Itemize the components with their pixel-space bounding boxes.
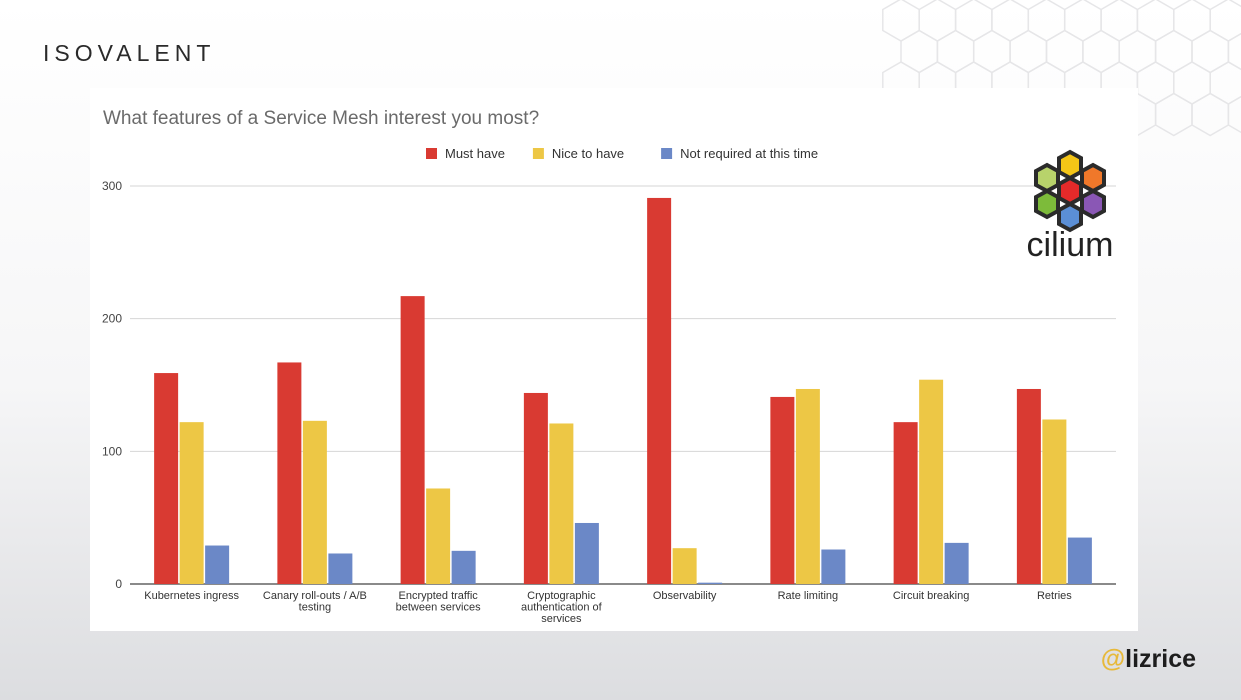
x-tick-label: Cryptographic authentication of services bbox=[521, 590, 603, 625]
decor-hexagon bbox=[900, 29, 939, 74]
x-tick-label-line: between services bbox=[396, 602, 481, 614]
x-tick-label-line: services bbox=[541, 613, 582, 625]
bar bbox=[179, 422, 204, 584]
chart-panel: What features of a Service Mesh interest… bbox=[90, 88, 1138, 631]
decor-hexagon bbox=[972, 29, 1011, 74]
decor-hexagon bbox=[1227, 95, 1241, 134]
legend-label: Must have bbox=[445, 146, 505, 161]
x-tick-label-line: Kubernetes ingress bbox=[144, 590, 239, 602]
decor-hexagon bbox=[936, 29, 975, 74]
bar bbox=[277, 362, 302, 584]
x-tick-label-line: Retries bbox=[1037, 590, 1072, 602]
x-tick-label-line: Circuit breaking bbox=[893, 590, 969, 602]
x-tick-label: Encrypted traffic between services bbox=[396, 590, 481, 614]
decor-hexagon bbox=[1173, 0, 1211, 42]
y-tick-label: 200 bbox=[102, 312, 122, 326]
decor-hexagon bbox=[1173, 61, 1211, 105]
x-tick-label: Kubernetes ingress bbox=[144, 590, 239, 602]
bar bbox=[919, 379, 944, 584]
bar bbox=[1016, 388, 1041, 584]
decor-hexagon bbox=[991, 0, 1030, 42]
decor-hexagon bbox=[918, 0, 957, 42]
bar bbox=[523, 392, 548, 584]
decor-hexagon bbox=[1027, 0, 1066, 42]
legend-swatch bbox=[426, 148, 437, 159]
bar bbox=[672, 548, 697, 584]
bar bbox=[574, 522, 599, 584]
decor-hexagon bbox=[954, 0, 993, 42]
chart-title: What features of a Service Mesh interest… bbox=[103, 108, 539, 129]
decor-hexagon bbox=[1136, 61, 1175, 105]
cilium-hex-purple bbox=[1080, 188, 1106, 220]
x-tick-label: Canary roll-outs / A/B testing bbox=[263, 590, 367, 614]
y-tick-label: 100 bbox=[102, 444, 122, 458]
handle-at-sign: @ bbox=[1100, 645, 1126, 673]
decor-hexagon bbox=[1118, 29, 1157, 74]
cilium-hex-orange bbox=[1080, 162, 1106, 194]
x-tick-label: Circuit breaking bbox=[893, 590, 969, 602]
bar bbox=[795, 388, 820, 584]
decor-hexagon bbox=[1136, 0, 1175, 42]
bar bbox=[426, 488, 451, 584]
cilium-hex-yellow bbox=[1057, 149, 1083, 181]
bar bbox=[302, 420, 327, 584]
decor-hexagon bbox=[1009, 29, 1048, 74]
decor-hexagon bbox=[1100, 0, 1139, 42]
bar bbox=[1042, 419, 1067, 584]
bar bbox=[821, 549, 846, 584]
decor-hexagon bbox=[1154, 92, 1193, 137]
decor-hexagon bbox=[882, 0, 920, 42]
decor-hexagon bbox=[1209, 0, 1241, 42]
bar bbox=[698, 582, 723, 584]
legend-swatch bbox=[661, 148, 673, 159]
x-tick-label: Retries bbox=[1037, 590, 1072, 602]
cilium-wordmark: cilium bbox=[1026, 226, 1114, 264]
decor-hexagon bbox=[1209, 61, 1241, 105]
y-tick-label: 300 bbox=[102, 179, 122, 193]
x-tick-label-line: Cryptographic bbox=[527, 590, 596, 602]
bar bbox=[944, 542, 969, 584]
bar bbox=[154, 373, 179, 584]
bar bbox=[205, 545, 230, 584]
decor-hexagon bbox=[1082, 29, 1120, 74]
decor-hexagon bbox=[1191, 29, 1230, 74]
bar bbox=[1067, 537, 1092, 584]
bar bbox=[893, 422, 918, 584]
decor-hexagon bbox=[1191, 92, 1230, 137]
y-tick-label: 0 bbox=[115, 577, 122, 591]
legend-label: Nice to have bbox=[552, 146, 624, 161]
legend-label: Not required at this time bbox=[680, 146, 818, 161]
x-tick-label-line: authentication of bbox=[521, 602, 603, 614]
bar bbox=[647, 197, 672, 584]
isovalent-logo: ISOVALENT bbox=[43, 40, 216, 66]
decor-hexagon bbox=[1154, 29, 1193, 74]
bar bbox=[770, 396, 795, 584]
bar bbox=[328, 553, 353, 584]
cilium-hex-green bbox=[1034, 188, 1060, 220]
bar bbox=[400, 296, 425, 584]
x-tick-label-line: Observability bbox=[653, 590, 717, 602]
decor-hexagon bbox=[1045, 29, 1084, 74]
cilium-hex-red bbox=[1057, 175, 1083, 207]
decor-hexagon bbox=[1063, 0, 1102, 42]
bar bbox=[451, 550, 476, 584]
x-tick-label: Observability bbox=[653, 590, 717, 602]
x-tick-label-line: testing bbox=[299, 602, 331, 614]
twitter-handle: @lizrice bbox=[1101, 645, 1196, 674]
x-tick-label-line: Rate limiting bbox=[778, 590, 839, 602]
x-tick-label: Rate limiting bbox=[778, 590, 839, 602]
handle-name: lizrice bbox=[1125, 645, 1196, 673]
legend-swatch bbox=[532, 148, 544, 159]
x-tick-label-line: Canary roll-outs / A/B bbox=[263, 590, 367, 602]
cilium-hex-lightgreen bbox=[1034, 162, 1060, 194]
bar bbox=[549, 423, 574, 584]
bar-chart: What features of a Service Mesh interest… bbox=[102, 108, 1116, 625]
x-tick-label-line: Encrypted traffic bbox=[398, 590, 478, 602]
